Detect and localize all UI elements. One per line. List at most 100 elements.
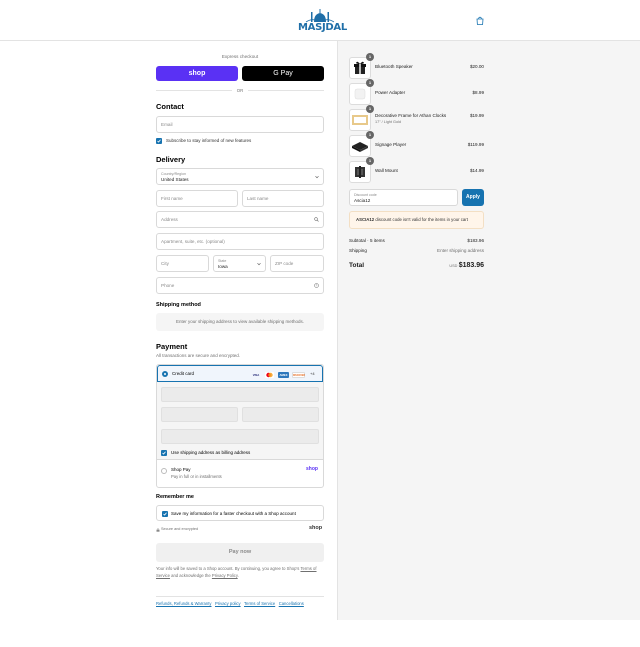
adapter-icon [354, 88, 366, 100]
shop-pay-radio[interactable] [161, 468, 167, 474]
privacy-link[interactable]: Privacy Policy [212, 573, 238, 578]
lock-icon [156, 528, 160, 532]
google-pay-button[interactable]: G Pay [242, 66, 324, 81]
footer-link-privacy[interactable]: Privacy policy [215, 601, 241, 606]
item-name: Signage Player [375, 142, 407, 147]
credit-card-option[interactable]: Credit card VISA AMEX DISCOVER +4 [157, 365, 323, 382]
quantity-badge: 1 [366, 157, 374, 165]
payment-options: Credit card VISA AMEX DISCOVER +4 Use sh… [156, 364, 324, 488]
pay-now-button[interactable]: Pay now [156, 543, 324, 562]
page-bottom [0, 620, 640, 647]
item-price: $119.99 [467, 142, 484, 147]
item-name: Power Adapter [375, 90, 406, 95]
city-placeholder: City [161, 261, 169, 266]
google-pay-label: G Pay [273, 70, 293, 77]
item-name: Decorative Frame for Athan Clocks [375, 113, 447, 118]
shipping-value: Enter shipping address [437, 248, 484, 253]
shipping-method-placeholder: Enter your shipping address to view avai… [156, 313, 324, 331]
card-number-field[interactable] [161, 387, 319, 402]
item-price: $19.99 [469, 113, 484, 118]
first-name-field[interactable]: First name [156, 190, 238, 207]
quantity-badge: 1 [366, 131, 374, 139]
footer-link-terms[interactable]: Terms of Service [244, 601, 275, 606]
svg-text:?: ? [316, 284, 318, 288]
payment-subtitle: All transactions are secure and encrypte… [156, 353, 241, 358]
brand-logo[interactable]: MASJDAL [298, 8, 347, 36]
security-code-field[interactable] [242, 407, 319, 422]
phone-field[interactable]: Phone ? [156, 277, 324, 294]
shop-pay-button[interactable]: shop [156, 66, 238, 81]
discover-icon: DISCOVER [292, 372, 305, 378]
footer-link-refunds[interactable]: Refunds, Refunds & Warranty [156, 601, 211, 606]
state-select[interactable]: State Iowa [213, 255, 266, 272]
checkmark-icon [163, 512, 167, 516]
currency-code: USD [449, 264, 458, 268]
last-name-field[interactable]: Last name [242, 190, 324, 207]
total-row: Total USD $183.96 [349, 262, 484, 272]
order-summary-panel [337, 41, 640, 620]
state-value: Iowa [218, 264, 228, 269]
footer-link-cancellations[interactable]: Cancellations [279, 601, 304, 606]
footer-links: Refunds, Refunds & Warranty Privacy poli… [156, 601, 304, 606]
item-variant: 17" / Light Gold [375, 120, 402, 124]
name-on-card-field[interactable] [161, 429, 319, 444]
legal-text-end: . [237, 572, 239, 578]
zip-placeholder: ZIP code [275, 261, 294, 266]
header: MASJDAL [0, 0, 640, 41]
item-name: Wall Mount [375, 168, 398, 173]
shopping-bag-icon[interactable] [476, 16, 484, 25]
discount-label: Discount code [354, 193, 377, 197]
item-price: $14.99 [469, 168, 484, 173]
shop-logo: shop [309, 525, 323, 531]
search-icon [314, 217, 319, 222]
or-label: OR [236, 88, 244, 93]
shipping-row: Shipping Enter shipping address [349, 248, 484, 253]
apply-discount-button[interactable]: Apply [462, 189, 484, 206]
subtotal-value: $183.96 [467, 238, 484, 243]
remember-me-heading: Remember me [156, 494, 194, 500]
secure-label: Secure and encrypted [161, 527, 199, 531]
city-field[interactable]: City [156, 255, 209, 272]
express-checkout-title: Express checkout [221, 54, 259, 59]
divider [156, 90, 232, 91]
apartment-placeholder: Apartment, suite, etc. (optional) [161, 239, 225, 244]
chevron-down-icon [315, 175, 319, 179]
credit-card-radio[interactable] [162, 371, 168, 377]
shop-pay-option[interactable]: Shop Pay Pay in full or in installments … [157, 461, 323, 487]
phone-placeholder: Phone [161, 283, 175, 288]
amex-icon: AMEX [278, 372, 289, 378]
credit-card-label: Credit card [172, 371, 195, 376]
save-info-checkbox[interactable] [162, 511, 168, 517]
checkmark-icon [157, 139, 161, 143]
total-label: Total [349, 262, 365, 269]
help-icon[interactable]: ? [314, 283, 319, 288]
checkmark-icon [162, 451, 166, 455]
address-field[interactable]: Address [156, 211, 324, 228]
billing-same-label: Use shipping address as billing address [171, 450, 251, 455]
zip-field[interactable]: ZIP code [270, 255, 324, 272]
discount-value: Ascia12 [354, 198, 371, 203]
shop-pay-subtitle: Pay in full or in installments [171, 474, 222, 479]
apartment-field[interactable]: Apartment, suite, etc. (optional) [156, 233, 324, 250]
quantity-badge: 1 [366, 53, 374, 61]
expiration-field[interactable] [161, 407, 238, 422]
address-placeholder: Address [161, 217, 178, 222]
country-label: Country/Region [161, 172, 186, 176]
save-info-label: Save my information for a faster checkou… [171, 511, 296, 516]
billing-same-checkbox[interactable] [161, 450, 167, 456]
discount-warning: ASCIA12 discount code isn't valid for th… [349, 211, 484, 229]
country-select[interactable]: Country/Region United States [156, 168, 324, 185]
contact-heading: Contact [156, 102, 184, 111]
shop-pay-logo: shop [306, 466, 318, 472]
visa-icon: VISA [252, 373, 260, 377]
total-value: $183.96 [458, 262, 484, 269]
state-label: State [218, 259, 227, 263]
email-field[interactable]: Email [156, 116, 324, 133]
total-amount: USD $183.96 [449, 262, 484, 269]
discount-code-field[interactable]: Discount code Ascia12 [349, 189, 458, 206]
shop-pay-title: Shop Pay [171, 467, 191, 472]
payment-heading: Payment [156, 342, 188, 351]
mastercard-icon [265, 372, 274, 378]
subscribe-checkbox[interactable] [156, 138, 162, 144]
warning-code: ASCIA12 [356, 217, 375, 222]
